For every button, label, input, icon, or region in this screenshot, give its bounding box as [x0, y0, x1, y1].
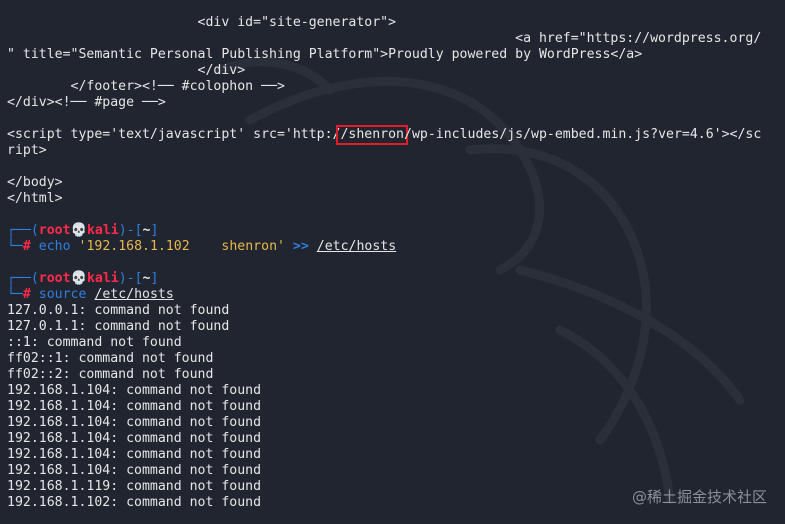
- command-string: '192.168.1.102 shenron': [78, 239, 285, 254]
- skull-icon: 💀: [70, 223, 87, 238]
- script-tag-suffix: /wp-includes/js/wp-embed.min.js?ver=4.6'…: [404, 127, 762, 142]
- prompt-dir: ~: [142, 271, 151, 286]
- prompt-host: kali: [86, 223, 119, 238]
- prompt-host: kali: [86, 271, 119, 286]
- prompt-dir: ~: [142, 223, 151, 238]
- prompt-hash: #: [22, 239, 31, 254]
- prompt-header: ┌──(root💀kali)-[~]: [7, 271, 159, 286]
- prompt-hash: #: [22, 287, 31, 302]
- highlighted-hostname: /shenron: [336, 125, 408, 145]
- command-line: └─# echo '192.168.1.102 shenron' >> /etc…: [7, 239, 397, 254]
- output-line: 192.168.1.104: command not found: [7, 463, 262, 478]
- html-source-line: </html>: [7, 191, 63, 206]
- html-source-line: <a href="https://wordpress.org/: [7, 31, 762, 46]
- terminal-output: <div id="site-generator"> <a href="https…: [7, 15, 785, 511]
- command-name: source: [38, 287, 87, 302]
- output-line: ff02::1: command not found: [7, 351, 214, 366]
- redirect-operator: >>: [292, 239, 309, 254]
- script-tag-line: <script type='text/javascript' src='http…: [7, 125, 785, 145]
- output-line: 127.0.0.1: command not found: [7, 303, 230, 318]
- prompt-user: root: [38, 271, 71, 286]
- output-line: 192.168.1.104: command not found: [7, 383, 262, 398]
- command-name: echo: [38, 239, 71, 254]
- html-source-line: <div id="site-generator">: [7, 15, 397, 30]
- html-source-line: </body>: [7, 175, 63, 190]
- html-source-line: </div><!── #page ──>: [7, 95, 166, 110]
- html-source-line: </div>: [7, 63, 246, 78]
- html-source-line: " title="Semantic Personal Publishing Pl…: [7, 47, 643, 62]
- output-line: 192.168.1.104: command not found: [7, 431, 262, 446]
- html-source-line: </footer><!── #colophon ──>: [7, 79, 285, 94]
- prompt-user: root: [38, 223, 71, 238]
- script-tag-prefix: <script type='text/javascript' src='http…: [7, 127, 341, 142]
- command-path: /etc/hosts: [316, 239, 397, 254]
- output-line: 192.168.1.104: command not found: [7, 447, 262, 462]
- output-line: 192.168.1.104: command not found: [7, 415, 262, 430]
- command-output: 127.0.0.1: command not found 127.0.1.1: …: [7, 303, 785, 511]
- skull-icon: 💀: [70, 271, 87, 286]
- prompt-header: ┌──(root💀kali)-[~]: [7, 223, 159, 238]
- site-watermark: @稀土掘金技术社区: [631, 488, 767, 506]
- output-line: ff02::2: command not found: [7, 367, 214, 382]
- html-source-line: ript>: [7, 143, 47, 158]
- command-line: └─# source /etc/hosts: [7, 287, 174, 302]
- command-path: /etc/hosts: [94, 287, 174, 302]
- output-line: ::1: command not found: [7, 335, 182, 350]
- output-line: 192.168.1.104: command not found: [7, 399, 262, 414]
- output-line: 127.0.1.1: command not found: [7, 319, 230, 334]
